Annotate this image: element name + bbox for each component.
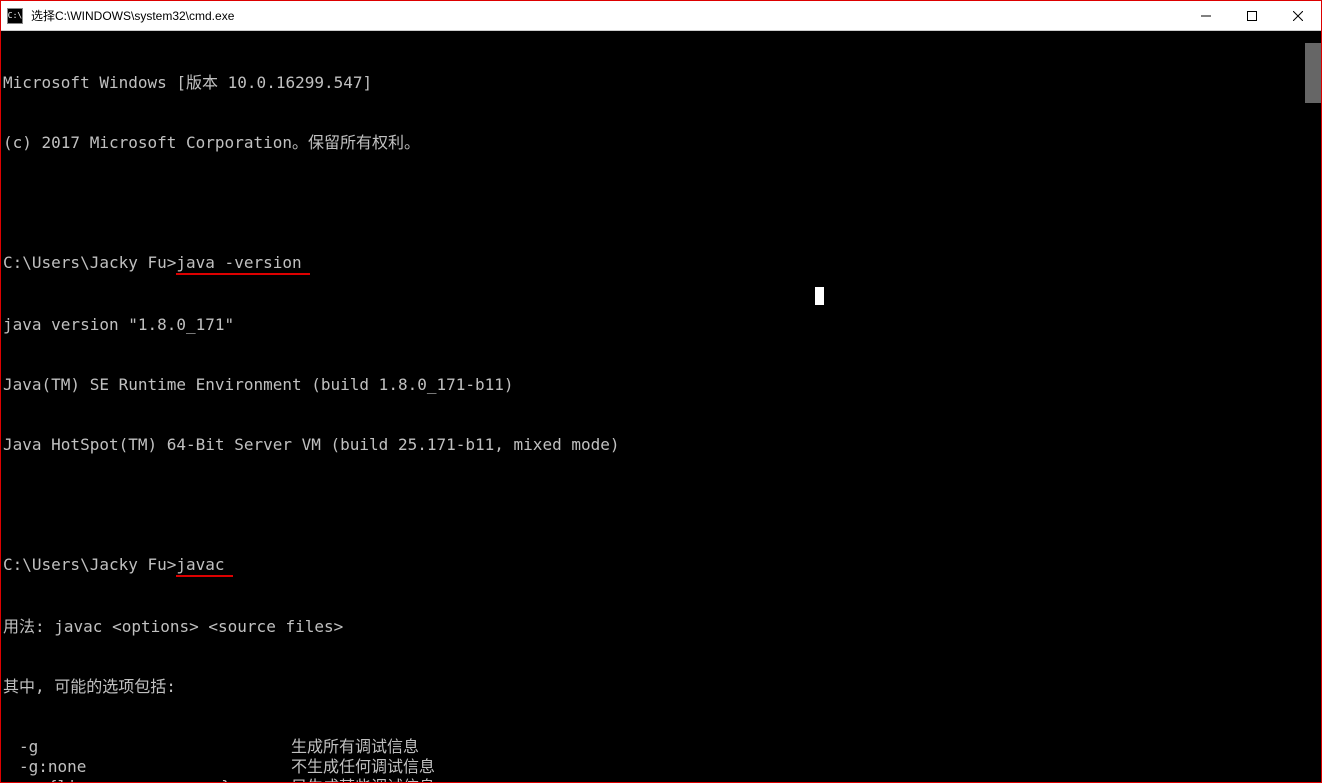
option-desc: 不生成任何调试信息 (291, 757, 435, 777)
window-title: 选择C:\WINDOWS\system32\cmd.exe (29, 7, 1183, 24)
scrollbar[interactable] (1305, 31, 1321, 782)
option-row: -g生成所有调试信息 (3, 737, 1319, 757)
option-key: -g (3, 737, 291, 757)
scrollbar-thumb[interactable] (1305, 43, 1321, 103)
option-desc: 生成所有调试信息 (291, 737, 419, 757)
output-line: Java HotSpot(TM) 64-Bit Server VM (build… (3, 435, 1319, 455)
option-key: -g:{lines,vars,source} (3, 777, 291, 782)
blank-line (3, 495, 1319, 515)
window-controls (1183, 1, 1321, 31)
header-line: (c) 2017 Microsoft Corporation。保留所有权利。 (3, 133, 1319, 153)
command-text: javac (176, 555, 232, 577)
prompt-prefix: C:\Users\Jacky Fu> (3, 253, 176, 272)
option-desc: 只生成某些调试信息 (291, 777, 435, 782)
maximize-button[interactable] (1229, 1, 1275, 31)
blank-line (3, 193, 1319, 213)
text-cursor (815, 287, 824, 305)
usage-line: 用法: javac <options> <source files> (3, 617, 1319, 637)
output-line: Java(TM) SE Runtime Environment (build 1… (3, 375, 1319, 395)
prompt-prefix: C:\Users\Jacky Fu> (3, 555, 176, 574)
output-line: java version "1.8.0_171" (3, 315, 1319, 335)
prompt-line: C:\Users\Jacky Fu>java -version (3, 253, 1319, 275)
minimize-button[interactable] (1183, 1, 1229, 31)
window-titlebar: C:\ 选择C:\WINDOWS\system32\cmd.exe (1, 1, 1321, 31)
option-key: -g:none (3, 757, 291, 777)
command-text: java -version (176, 253, 309, 275)
option-row: -g:none不生成任何调试信息 (3, 757, 1319, 777)
prompt-line: C:\Users\Jacky Fu>javac (3, 555, 1319, 577)
terminal-output[interactable]: Microsoft Windows [版本 10.0.16299.547] (c… (1, 31, 1321, 782)
cmd-icon: C:\ (7, 8, 23, 24)
option-row: -g:{lines,vars,source}只生成某些调试信息 (3, 777, 1319, 782)
where-line: 其中, 可能的选项包括: (3, 677, 1319, 697)
close-button[interactable] (1275, 1, 1321, 31)
options-list: -g生成所有调试信息-g:none不生成任何调试信息-g:{lines,vars… (3, 737, 1319, 782)
header-line: Microsoft Windows [版本 10.0.16299.547] (3, 73, 1319, 93)
